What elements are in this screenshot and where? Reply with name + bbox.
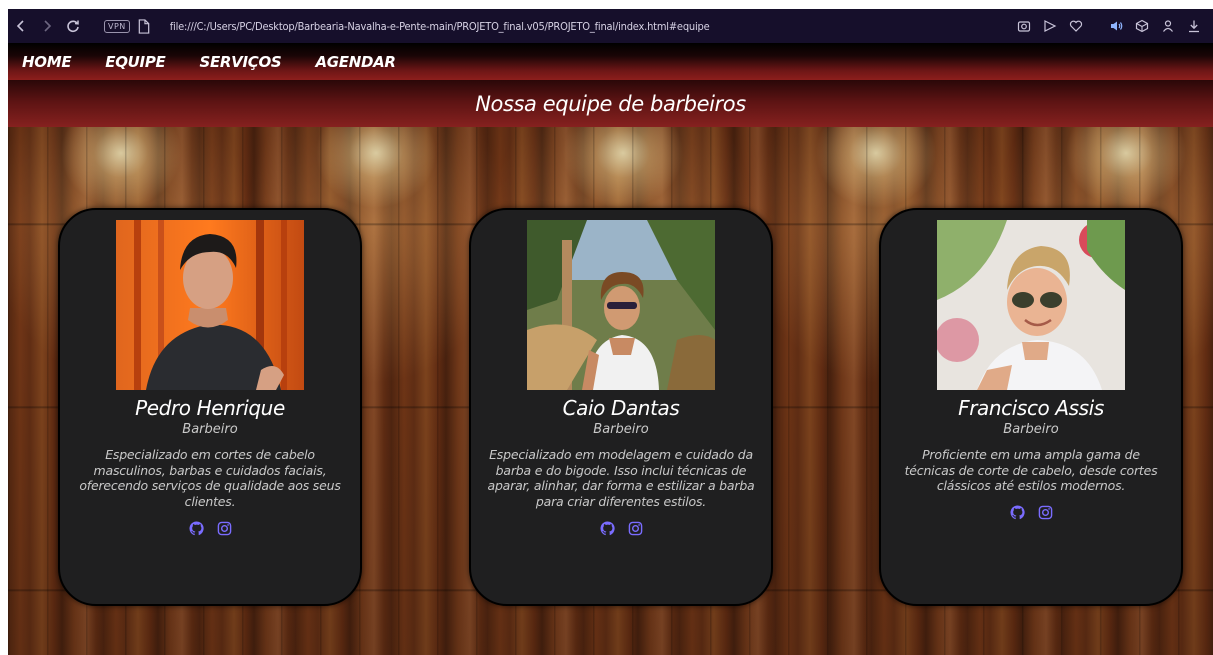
social-links xyxy=(60,520,360,536)
section-title: Nossa equipe de barbeiros xyxy=(475,91,746,116)
github-link[interactable] xyxy=(599,520,615,536)
back-button[interactable] xyxy=(8,9,34,43)
github-link[interactable] xyxy=(1009,505,1025,521)
reload-icon xyxy=(67,20,79,33)
vpn-badge[interactable]: VPN xyxy=(104,19,130,33)
profile-icon xyxy=(1163,20,1173,32)
cube-icon xyxy=(1135,19,1149,33)
back-icon xyxy=(16,20,24,32)
team-card-pedro: Pedro Henrique Barbeiro Especializado em… xyxy=(58,208,362,606)
barber-name: Caio Dantas xyxy=(562,396,680,420)
snapshot-button[interactable] xyxy=(1011,9,1037,43)
barber-photo xyxy=(937,220,1125,390)
instagram-icon xyxy=(217,521,231,535)
section-header: Nossa equipe de barbeiros xyxy=(8,80,1213,127)
download-icon xyxy=(1189,20,1199,33)
instagram-icon xyxy=(1038,505,1052,520)
github-icon xyxy=(188,520,204,535)
main-navbar: HOME EQUIPE SERVIÇOS AGENDAR xyxy=(8,43,1213,80)
address-bar[interactable]: file:///C:/Users/PC/Desktop/Barbearia-Na… xyxy=(170,20,710,33)
barber-role: Barbeiro xyxy=(593,422,649,437)
github-link[interactable] xyxy=(188,520,204,536)
social-links xyxy=(471,520,771,536)
nav-servicos[interactable]: SERVIÇOS xyxy=(199,53,281,71)
send-button[interactable] xyxy=(1037,9,1063,43)
forward-icon xyxy=(44,20,52,32)
browser-toolbar: VPN file:///C:/Users/PC/Desktop/Barbeari… xyxy=(8,9,1213,43)
extensions-button[interactable] xyxy=(1129,9,1155,43)
barber-name: Pedro Henrique xyxy=(135,396,285,420)
audio-button[interactable] xyxy=(1103,9,1129,43)
team-card-francisco: Francisco Assis Barbeiro Proficiente em … xyxy=(879,208,1183,606)
github-icon xyxy=(599,520,615,535)
nav-agendar[interactable]: AGENDAR xyxy=(315,53,396,71)
barber-photo xyxy=(116,220,304,390)
send-icon xyxy=(1044,20,1057,32)
instagram-link[interactable] xyxy=(1037,505,1053,521)
barber-role: Barbeiro xyxy=(1003,422,1059,437)
forward-button[interactable] xyxy=(34,9,60,43)
social-links xyxy=(881,505,1181,521)
nav-equipe[interactable]: EQUIPE xyxy=(105,53,166,71)
reload-button[interactable] xyxy=(60,9,86,43)
barber-description: Especializado em cortes de cabelo mascul… xyxy=(79,447,341,509)
barber-photo xyxy=(527,220,715,390)
instagram-link[interactable] xyxy=(627,520,643,536)
barber-name: Francisco Assis xyxy=(958,396,1104,420)
team-card-caio: Caio Dantas Barbeiro Especializado em mo… xyxy=(469,208,773,606)
instagram-link[interactable] xyxy=(216,520,232,536)
speaker-icon xyxy=(1111,21,1123,31)
instagram-icon xyxy=(628,521,642,535)
page-viewport: HOME EQUIPE SERVIÇOS AGENDAR Nossa equip… xyxy=(8,43,1213,655)
bookmark-button[interactable] xyxy=(1063,9,1089,43)
page-icon xyxy=(138,18,152,34)
heart-icon xyxy=(1069,20,1083,32)
camera-icon xyxy=(1017,21,1031,32)
barber-role: Barbeiro xyxy=(182,422,238,437)
profile-button[interactable] xyxy=(1155,9,1181,43)
barber-description: Especializado em modelagem e cuidado da … xyxy=(487,447,755,509)
github-icon xyxy=(1009,505,1025,520)
nav-home[interactable]: HOME xyxy=(22,53,72,71)
downloads-button[interactable] xyxy=(1181,9,1207,43)
barber-description: Proficiente em uma ampla gama de técnica… xyxy=(904,447,1158,493)
